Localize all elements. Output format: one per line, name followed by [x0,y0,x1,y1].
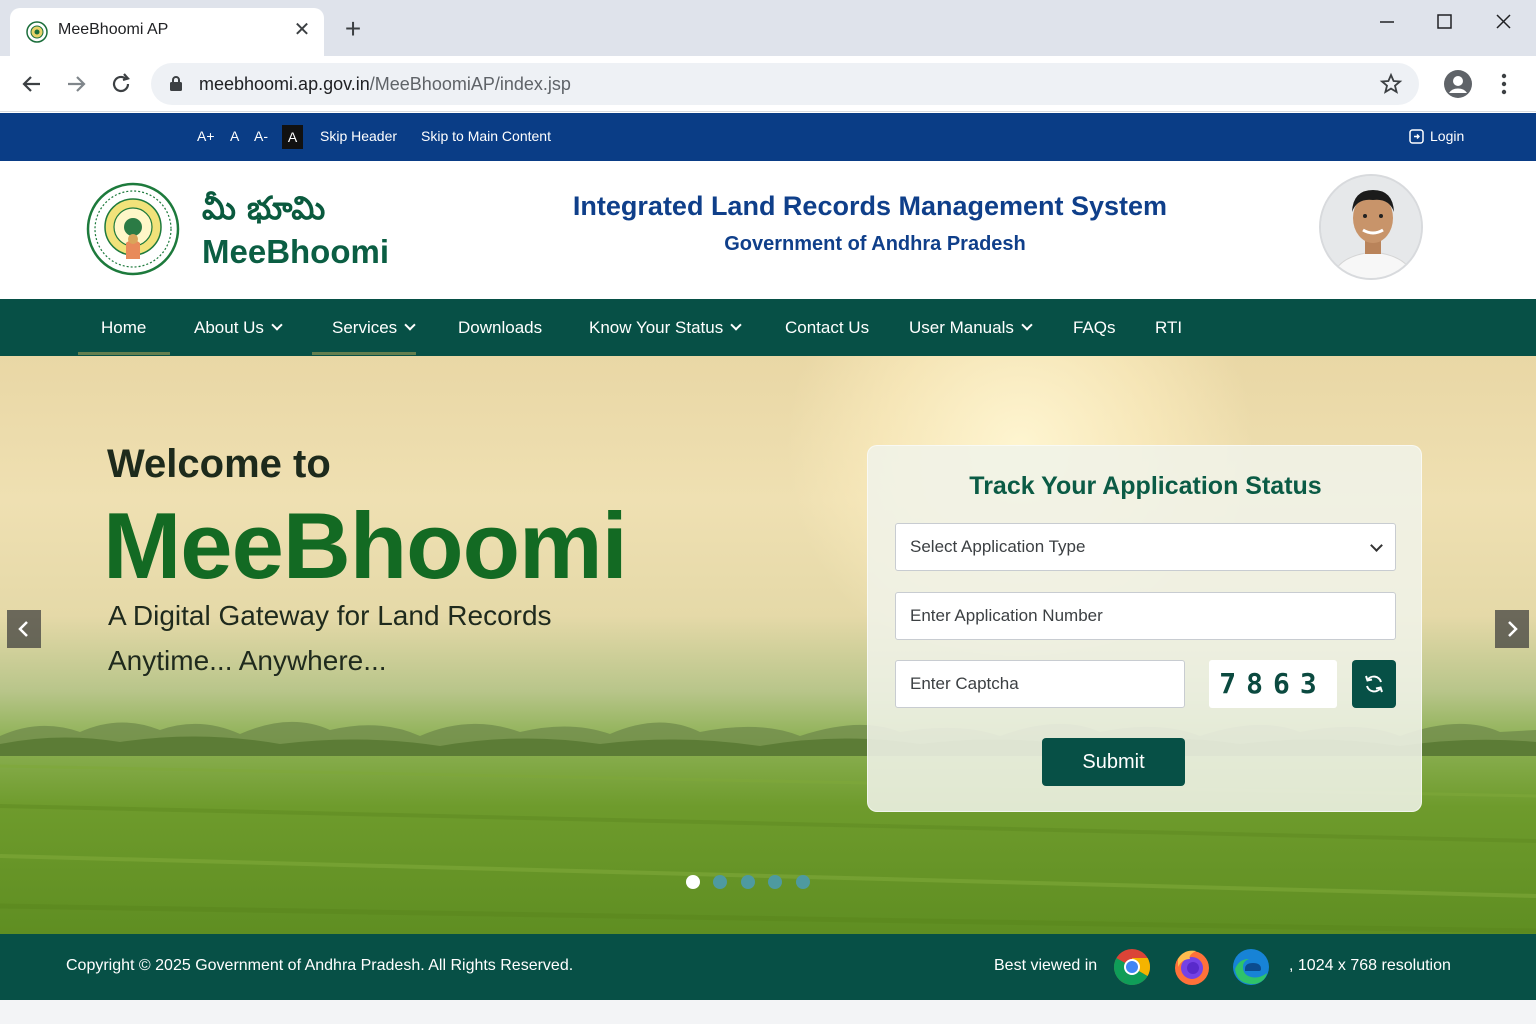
copyright-text: Copyright © 2025 Government of Andhra Pr… [66,957,574,974]
address-bar[interactable]: meebhoomi.ap.gov.in/MeeBhoomiAP/index.js… [151,63,1419,105]
page-bottom-edge [0,1000,1536,1024]
track-application-card: Track Your Application Status Select App… [867,445,1422,812]
chevron-down-icon [404,319,416,331]
back-icon[interactable] [16,68,48,100]
nav-item-faqs[interactable]: FAQs [1073,299,1116,356]
edge-icon [1233,949,1269,985]
application-number-placeholder: Enter Application Number [910,606,1103,625]
chevron-down-icon [1370,539,1383,552]
nav-label: RTI [1155,318,1183,337]
nav-label: Services [332,318,398,337]
font-reset-button[interactable]: A [230,128,239,144]
site-favicon-icon [26,21,48,43]
main-navigation: Home About Us Services Downloads Know Yo… [0,299,1536,356]
carousel-dot-2[interactable] [713,875,727,889]
nav-item-services[interactable]: Services [332,299,416,356]
skip-main-content-link[interactable]: Skip to Main Content [421,128,551,144]
captcha-placeholder: Enter Captcha [910,674,1019,693]
hero-title: MeeBhoomi [103,493,628,598]
forward-icon[interactable] [60,68,92,100]
hero-tagline-line2: Anytime... Anywhere... [108,645,387,676]
browser-toolbar: meebhoomi.ap.gov.in/MeeBhoomiAP/index.js… [0,56,1536,112]
resolution-text: , 1024 x 768 resolution [1289,957,1451,974]
chief-minister-portrait [1319,174,1423,280]
carousel-dot-3[interactable] [741,875,755,889]
nav-item-contact-us[interactable]: Contact Us [785,299,869,356]
nav-label: Know Your Status [589,318,724,337]
nav-item-rti[interactable]: RTI [1155,299,1182,356]
url-text: meebhoomi.ap.gov.in/MeeBhoomiAP/index.js… [199,74,571,95]
login-link[interactable]: Login [1409,128,1464,144]
browser-tab-strip: MeeBhoomi AP ✕ + [0,0,1536,56]
submit-button[interactable]: Submit [1042,738,1185,786]
chevron-down-icon [1021,319,1033,331]
portrait-image-icon [1321,176,1421,278]
captcha-image: 7863 [1209,660,1337,708]
close-window-icon[interactable] [1483,8,1523,36]
chevron-left-icon [18,621,28,637]
system-title: Integrated Land Records Management Syste… [572,191,1168,221]
carousel-next-button[interactable] [1495,610,1529,648]
refresh-captcha-button[interactable] [1352,660,1396,708]
firefox-icon [1175,950,1209,985]
best-viewed-text: Best viewed in [994,957,1098,974]
nav-item-about-us[interactable]: About Us [194,299,283,356]
refresh-icon [1365,675,1383,693]
minimize-icon[interactable] [1366,8,1406,36]
track-card-title: Track Your Application Status [969,472,1322,500]
high-contrast-button[interactable]: A [282,125,303,149]
nav-item-user-manuals[interactable]: User Manuals [909,299,1033,356]
hero-tagline-line1: A Digital Gateway for Land Records [108,600,552,631]
chevron-right-icon [1508,621,1518,637]
system-subtitle: Government of Andhra Pradesh [724,233,1026,255]
nav-item-home[interactable]: Home [101,299,146,356]
browser-tab[interactable]: MeeBhoomi AP ✕ [10,8,324,56]
carousel-dot-4[interactable] [768,875,782,889]
nav-label: Home [101,318,147,337]
new-tab-icon[interactable]: + [338,14,368,44]
hero-carousel: Welcome to MeeBhoomi A Digital Gateway f… [0,356,1536,934]
nav-label: User Manuals [909,318,1014,337]
tab-title: MeeBhoomi AP [58,21,169,38]
chevron-down-icon [271,319,283,331]
carousel-dot-1[interactable] [686,875,700,889]
chevron-down-icon [730,319,742,331]
font-decrease-button[interactable]: A- [254,128,268,144]
login-icon [1409,129,1424,144]
lock-icon[interactable] [169,75,183,91]
nav-label: Downloads [458,318,543,337]
nav-label: About Us [194,318,264,337]
nav-label: Contact Us [785,318,870,337]
site-footer: Copyright © 2025 Government of Andhra Pr… [0,934,1536,1000]
nav-item-know-your-status[interactable]: Know Your Status [589,299,742,356]
nav-label: FAQs [1073,318,1116,337]
url-path: /MeeBhoomiAP/index.jsp [369,74,571,94]
browser-menu-icon[interactable] [1494,70,1514,98]
site-header: మీ భూమి MeeBhoomi Integrated Land Record… [0,161,1536,299]
nav-item-downloads[interactable]: Downloads [458,299,542,356]
hero-welcome-text: Welcome to [107,442,331,486]
bookmark-star-icon[interactable] [1379,72,1403,96]
profile-avatar-icon[interactable] [1443,69,1473,99]
maximize-icon[interactable] [1424,8,1464,36]
reload-icon[interactable] [105,68,137,100]
accessibility-bar: A+ A A- A Skip Header Skip to Main Conte… [0,113,1536,161]
skip-header-link[interactable]: Skip Header [320,128,397,144]
carousel-prev-button[interactable] [7,610,41,648]
chrome-icon [1113,949,1151,986]
application-type-select[interactable]: Select Application Type [895,523,1396,571]
application-type-value: Select Application Type [910,537,1086,556]
url-host: meebhoomi.ap.gov.in [199,74,370,94]
font-increase-button[interactable]: A+ [197,128,215,144]
captcha-input[interactable]: Enter Captcha [895,660,1185,708]
close-tab-icon[interactable]: ✕ [290,18,314,42]
application-number-input[interactable]: Enter Application Number [895,592,1396,640]
carousel-dot-5[interactable] [796,875,810,889]
login-label: Login [1430,128,1465,144]
